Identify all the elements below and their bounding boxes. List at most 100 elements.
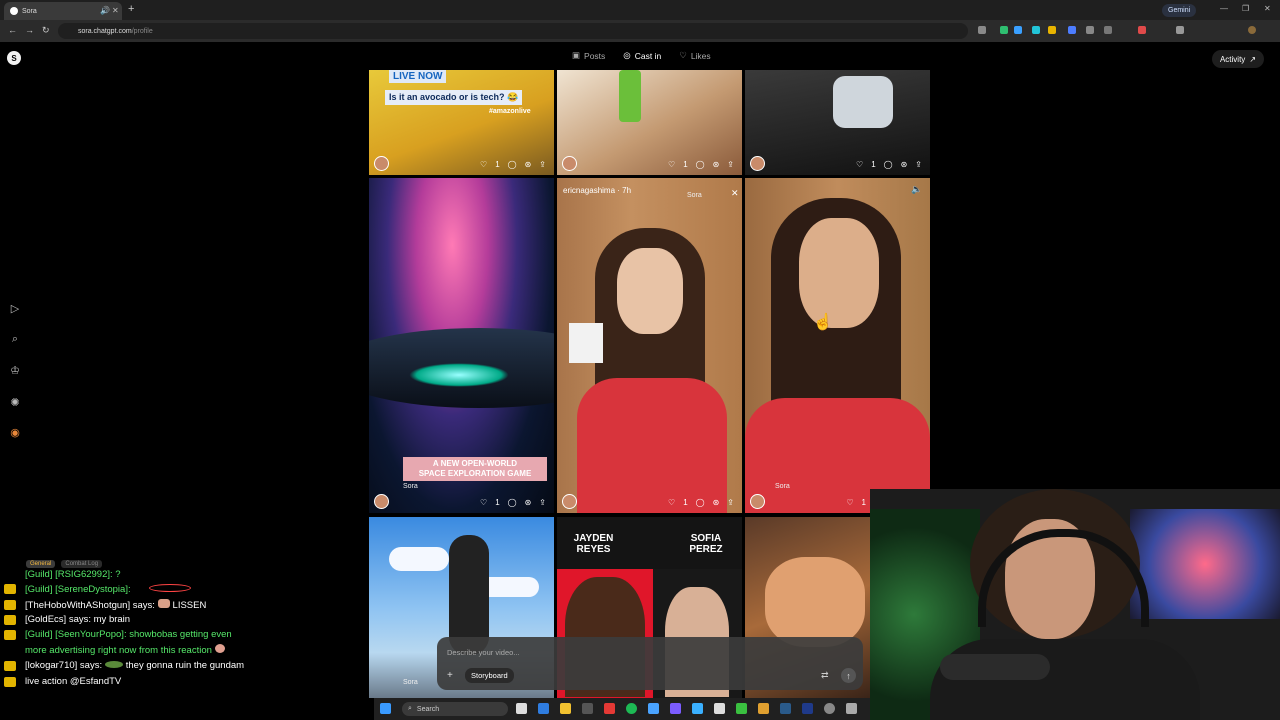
extensions-menu-icon[interactable] bbox=[1176, 26, 1184, 34]
avatar[interactable] bbox=[750, 156, 765, 171]
emote-icon bbox=[214, 644, 225, 653]
back-icon[interactable]: ← bbox=[8, 25, 17, 35]
tab-posts[interactable]: ▣ Posts bbox=[572, 50, 605, 61]
remix-icon[interactable]: ⊛ bbox=[713, 498, 720, 507]
forward-icon[interactable]: → bbox=[25, 25, 34, 35]
video-tile[interactable]: A NEW OPEN-WORLD SPACE EXPLORATION GAME … bbox=[369, 178, 554, 513]
woman-face bbox=[799, 218, 879, 328]
url-field[interactable]: sora.chatgpt.com/profile bbox=[58, 23, 968, 39]
address-bar-row: ← → ↻ sora.chatgpt.com/profile bbox=[0, 20, 1280, 42]
submit-arrow-icon[interactable]: ↑ bbox=[841, 668, 856, 683]
comment-icon[interactable]: ◯ bbox=[696, 498, 705, 507]
extension-icon[interactable] bbox=[1138, 26, 1146, 34]
app-icon[interactable] bbox=[604, 703, 615, 714]
video-tile[interactable]: 🔈 ☝ Sora ♡ 1 bbox=[745, 178, 930, 513]
task-view-icon[interactable] bbox=[516, 703, 527, 714]
extension-icon[interactable] bbox=[1086, 26, 1094, 34]
taskbar-search[interactable]: ⌕ Search bbox=[402, 702, 508, 716]
avatar[interactable] bbox=[374, 494, 389, 509]
search-icon[interactable]: ⌕ bbox=[8, 333, 22, 346]
speaker-icon[interactable]: 🔊 bbox=[100, 6, 110, 15]
extension-icon[interactable] bbox=[1014, 26, 1022, 34]
app-icon[interactable] bbox=[692, 703, 703, 714]
video-tile[interactable]: LIVE NOW Is it an avocado or is tech? 😂 … bbox=[369, 70, 554, 175]
tab-cast-in[interactable]: ◎ Cast in bbox=[623, 50, 661, 61]
settings-icon[interactable] bbox=[846, 703, 857, 714]
extension-icon[interactable] bbox=[1000, 26, 1008, 34]
comment-icon[interactable]: ◯ bbox=[884, 160, 893, 169]
like-icon[interactable]: ♡ bbox=[480, 498, 487, 507]
video-tile[interactable]: ericnagashima · 7h Sora ✕ ♡ 1 ◯ ⊛ ⇪ bbox=[557, 178, 742, 513]
activity-button[interactable]: Activity ↗ bbox=[1212, 50, 1264, 68]
app-icon[interactable] bbox=[824, 703, 835, 714]
sora-logo[interactable]: S bbox=[7, 51, 21, 65]
restore-icon[interactable]: ❐ bbox=[1242, 4, 1249, 13]
video-tile[interactable]: ♡ 1 ◯ ⊛ ⇪ bbox=[745, 70, 930, 175]
add-icon[interactable]: + bbox=[447, 670, 453, 681]
loader-icon[interactable]: ✺ bbox=[8, 396, 22, 409]
browser-tab-sora[interactable]: Sora 🔊 ✕ bbox=[4, 2, 122, 20]
file-explorer-icon[interactable] bbox=[560, 703, 571, 714]
extension-icon[interactable] bbox=[1048, 26, 1056, 34]
video-tile[interactable]: ♡ 1 ◯ ⊛ ⇪ bbox=[557, 70, 742, 175]
remix-icon[interactable]: ⊛ bbox=[525, 498, 532, 507]
remix-icon[interactable]: ⊛ bbox=[525, 160, 532, 169]
trophy-icon[interactable]: ♔ bbox=[8, 364, 22, 377]
comment-icon[interactable]: ◯ bbox=[508, 498, 517, 507]
storyboard-button[interactable]: Storyboard bbox=[465, 668, 514, 683]
profile-icon[interactable]: ◉ bbox=[8, 426, 22, 439]
chat-line: live action @EsfandTV bbox=[25, 676, 121, 687]
close-window-icon[interactable]: ✕ bbox=[1264, 4, 1271, 13]
like-icon[interactable]: ♡ bbox=[480, 160, 487, 169]
share-icon[interactable]: ⇪ bbox=[915, 160, 922, 169]
app-icon[interactable] bbox=[714, 703, 725, 714]
avatar[interactable] bbox=[562, 494, 577, 509]
extension-icon[interactable] bbox=[1104, 26, 1112, 34]
share-icon[interactable]: ⇪ bbox=[539, 498, 546, 507]
app-icon[interactable] bbox=[736, 703, 747, 714]
steam-icon[interactable] bbox=[780, 703, 791, 714]
extension-icon[interactable] bbox=[1032, 26, 1040, 34]
app-icon[interactable] bbox=[582, 703, 593, 714]
like-icon[interactable]: ♡ bbox=[846, 498, 853, 507]
like-icon[interactable]: ♡ bbox=[668, 498, 675, 507]
avatar[interactable] bbox=[562, 156, 577, 171]
spotify-icon[interactable] bbox=[626, 703, 637, 714]
comment-icon[interactable]: ◯ bbox=[508, 160, 517, 169]
app-icon[interactable] bbox=[648, 703, 659, 714]
remix-icon[interactable]: ⊛ bbox=[901, 160, 908, 169]
photoshop-icon[interactable] bbox=[802, 703, 813, 714]
settings-sliders-icon[interactable]: ⇄ bbox=[821, 670, 829, 681]
new-tab-button[interactable]: + bbox=[128, 3, 134, 15]
app-icon[interactable] bbox=[670, 703, 681, 714]
start-icon[interactable] bbox=[380, 703, 391, 714]
minimize-icon[interactable]: — bbox=[1220, 4, 1228, 13]
avatar[interactable] bbox=[374, 156, 389, 171]
edge-icon[interactable] bbox=[538, 703, 549, 714]
gemini-button[interactable]: Gemini bbox=[1162, 4, 1197, 17]
extension-icon[interactable] bbox=[978, 26, 986, 34]
profile-avatar[interactable] bbox=[1248, 26, 1256, 34]
chat-line: [Guild] [SeenYourPopo]: showbobas gettin… bbox=[25, 629, 232, 640]
video-icon[interactable]: ▷ bbox=[8, 302, 22, 315]
close-tab-icon[interactable]: ✕ bbox=[112, 6, 119, 15]
share-icon[interactable]: ⇪ bbox=[727, 160, 734, 169]
comment-icon[interactable]: ◯ bbox=[696, 160, 705, 169]
tab-likes[interactable]: ♡ Likes bbox=[679, 50, 710, 61]
like-icon[interactable]: ♡ bbox=[856, 160, 863, 169]
chat-tab-combat-log[interactable]: Combat Log bbox=[61, 560, 103, 568]
extension-icon[interactable] bbox=[1068, 26, 1076, 34]
remix-icon[interactable]: ⊛ bbox=[713, 160, 720, 169]
prompt-input[interactable]: Describe your video... bbox=[447, 648, 520, 657]
chat-tab-general[interactable]: General bbox=[26, 560, 56, 568]
app-icon[interactable] bbox=[758, 703, 769, 714]
like-count: 1 bbox=[861, 498, 866, 507]
share-icon[interactable]: ⇪ bbox=[539, 160, 546, 169]
name-left-line1: JAYDEN bbox=[573, 533, 614, 544]
reload-icon[interactable]: ↻ bbox=[42, 25, 50, 36]
share-icon[interactable]: ⇪ bbox=[727, 498, 734, 507]
like-icon[interactable]: ♡ bbox=[668, 160, 675, 169]
close-icon[interactable]: ✕ bbox=[731, 188, 739, 199]
avatar[interactable] bbox=[750, 494, 765, 509]
mute-icon[interactable]: 🔈 bbox=[911, 184, 922, 195]
